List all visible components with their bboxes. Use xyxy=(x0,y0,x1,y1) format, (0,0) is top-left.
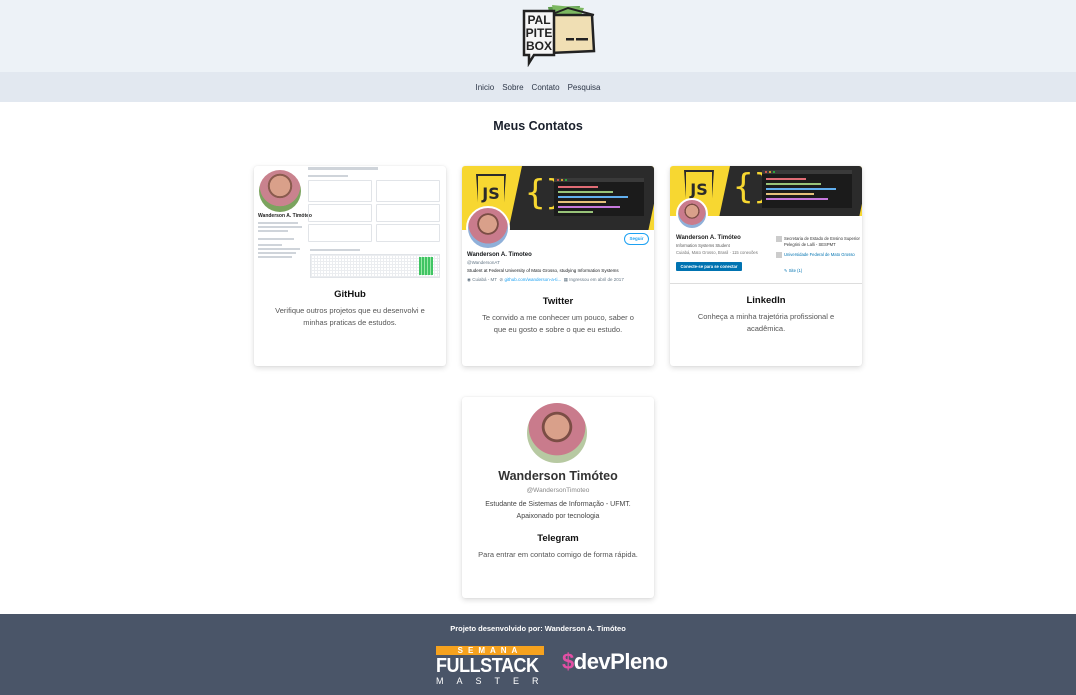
github-card[interactable]: Wanderson A. Timóteo GitHub Verifique ou… xyxy=(254,166,446,366)
link-icon: ⊘ xyxy=(499,277,504,282)
logo-text-3: BOX xyxy=(526,39,552,53)
location-icon: ◉ xyxy=(467,277,471,282)
fullstack-master-logo[interactable]: SEMANA FULLSTACK MASTER xyxy=(436,646,546,686)
fullstack-logo-top: SEMANA xyxy=(436,646,544,655)
linkedin-preview-name: Wanderson A. Timóteo xyxy=(676,235,741,241)
devpleno-logo[interactable]: $devPleno xyxy=(562,649,668,675)
twitter-preview-location: Cuiabá - MT xyxy=(472,277,497,282)
code-editor-image xyxy=(762,170,852,208)
github-avatar xyxy=(259,170,301,212)
twitter-avatar xyxy=(466,206,510,250)
twitter-card[interactable]: JS {} Seguir Wanderson A. Timoteo @Wande… xyxy=(462,166,654,366)
telegram-card[interactable]: Wanderson Timóteo @WandersonTimoteo Estu… xyxy=(462,397,654,598)
github-card-description: Verifique outros projetos que eu desenvo… xyxy=(275,306,425,327)
linkedin-preview-location: Cuiabá, Mato Grosso, Brasil · 115 conexõ… xyxy=(676,250,758,255)
code-editor-image xyxy=(554,178,644,216)
twitter-card-description: Te convido a me conhecer um pouco, saber… xyxy=(482,313,634,334)
main-nav: Inicio Sobre Contato Pesquisa xyxy=(0,72,1076,102)
twitter-preview-meta: ◉ Cuiabá - MT ⊘ github.com/wanderson-a-t… xyxy=(467,277,624,283)
github-card-title: GitHub xyxy=(334,289,366,300)
palpitebox-logo[interactable]: PAL PITE BOX xyxy=(520,5,596,67)
nav-contato[interactable]: Contato xyxy=(531,83,561,92)
twitter-preview-bio: Student at Federal University of Mato Gr… xyxy=(467,268,619,273)
telegram-card-title: Telegram xyxy=(537,533,579,544)
telegram-preview: Wanderson Timóteo @WandersonTimoteo Estu… xyxy=(462,397,654,527)
twitter-preview-name: Wanderson A. Timoteo xyxy=(467,252,532,258)
linkedin-preview: JS {} Wanderson A. Timóteo Information S… xyxy=(670,166,862,284)
page-title: Meus Contatos xyxy=(493,119,583,133)
nav-sobre[interactable]: Sobre xyxy=(501,83,524,92)
calendar-icon: ▦ xyxy=(563,277,569,282)
twitter-preview-joined: Ingressou em abril de 2017 xyxy=(569,277,624,282)
footer: Projeto desenvolvido por: Wanderson A. T… xyxy=(0,614,1076,695)
github-preview: Wanderson A. Timóteo xyxy=(254,166,446,280)
github-preview-name: Wanderson A. Timóteo xyxy=(258,213,312,219)
twitter-follow-button: Seguir xyxy=(624,233,649,245)
telegram-preview-handle: @WandersonTimoteo xyxy=(526,487,590,494)
logo-text-1: PAL xyxy=(527,13,550,27)
telegram-avatar xyxy=(527,403,587,463)
twitter-preview-link: github.com/wanderson-a-ti... xyxy=(504,277,562,282)
devpleno-logo-text: devPleno xyxy=(573,649,668,674)
telegram-preview-name: Wanderson Timóteo xyxy=(498,469,618,483)
nav-inicio[interactable]: Inicio xyxy=(475,83,496,92)
linkedin-avatar xyxy=(676,198,708,230)
linkedin-card-description: Conheça a minha trajetória profissional … xyxy=(697,312,835,333)
twitter-preview: JS {} Seguir Wanderson A. Timoteo @Wande… xyxy=(462,166,654,288)
linkedin-preview-edu-2: Universidade Federal de Mato Grosso xyxy=(776,252,860,258)
footer-credit: Projeto desenvolvido por: Wanderson A. T… xyxy=(450,624,626,633)
linkedin-preview-headline: Information Systems Student xyxy=(676,243,730,248)
logo-text-2: PITE xyxy=(526,26,553,40)
header-bar: PAL PITE BOX xyxy=(0,0,1076,72)
linkedin-preview-edu-1: Secretaria de Estado de Ensino Superior … xyxy=(776,236,860,248)
linkedin-preview-site-link: ✎ Site (1) xyxy=(784,268,803,273)
fullstack-logo-bottom: MASTER xyxy=(436,676,552,686)
fullstack-logo-middle: FULLSTACK xyxy=(436,655,539,677)
dollar-icon: $ xyxy=(562,649,574,674)
twitter-card-title: Twitter xyxy=(542,296,574,307)
twitter-preview-handle: @WandersonAT xyxy=(467,260,500,265)
telegram-card-description: Para entrar em contato comigo de forma r… xyxy=(478,550,638,559)
telegram-preview-bio: Estudante de Sistemas de Informação - UF… xyxy=(485,501,631,520)
nav-pesquisa[interactable]: Pesquisa xyxy=(567,83,602,92)
linkedin-card-title: LinkedIn xyxy=(746,295,786,306)
linkedin-card[interactable]: JS {} Wanderson A. Timóteo Information S… xyxy=(670,166,862,366)
linkedin-connect-button: Conecte-se para se conectar xyxy=(676,262,742,271)
